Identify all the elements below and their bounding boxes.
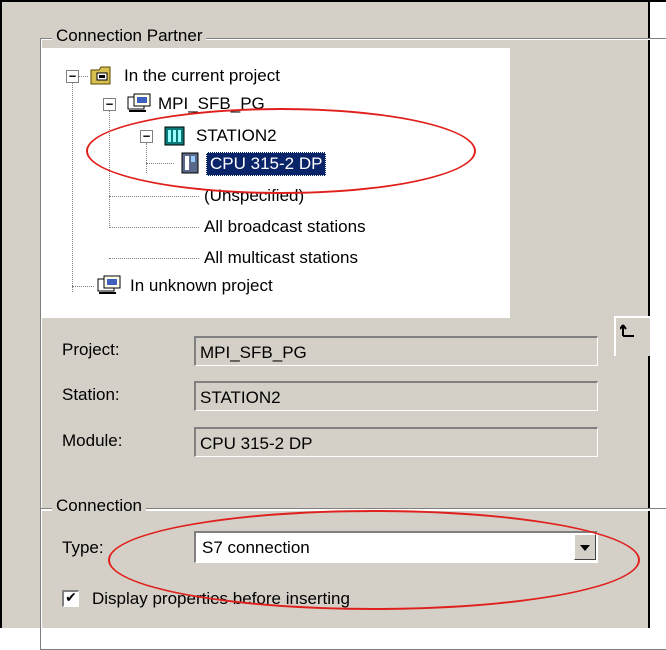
arrow-icon <box>620 324 634 337</box>
project-icon <box>97 275 121 294</box>
side-button[interactable] <box>614 316 650 356</box>
dialog-window: Connection Partner − In the current proj… <box>0 0 666 650</box>
station-label: Station: <box>62 385 120 404</box>
tree-item-current-project[interactable]: In the current project <box>124 65 280 87</box>
folder-project-icon <box>90 66 111 85</box>
module-field: CPU 315-2 DP <box>194 427 598 457</box>
tree-line <box>109 227 199 228</box>
connection-partner-title: Connection Partner <box>52 26 207 46</box>
project-field: MPI_SFB_PG <box>194 336 598 366</box>
tree-item-unknown-project[interactable]: In unknown project <box>130 275 273 297</box>
annotation-ellipse-type <box>108 510 640 610</box>
tree-line <box>109 196 199 197</box>
dialog-top-border <box>0 0 666 2</box>
module-label: Module: <box>62 431 123 450</box>
project-label: Project: <box>62 340 120 359</box>
tree-item-all-multicast-stations[interactable]: All multicast stations <box>204 247 358 269</box>
tree-line <box>109 258 199 259</box>
annotation-ellipse-cpu <box>86 108 476 194</box>
display-properties-checkbox[interactable]: ✔ <box>62 590 79 607</box>
connection-title: Connection <box>52 496 147 516</box>
dialog-left-border <box>0 0 2 628</box>
tree-line <box>78 76 88 77</box>
station-field: STATION2 <box>194 381 598 411</box>
collapse-toggle[interactable]: − <box>66 70 79 83</box>
tree-item-all-broadcast-stations[interactable]: All broadcast stations <box>204 216 366 238</box>
tree-line <box>72 286 94 287</box>
collapse-toggle[interactable]: − <box>103 98 116 111</box>
project-icon <box>127 93 151 112</box>
type-label: Type: <box>62 538 104 557</box>
tree-line <box>72 80 73 292</box>
